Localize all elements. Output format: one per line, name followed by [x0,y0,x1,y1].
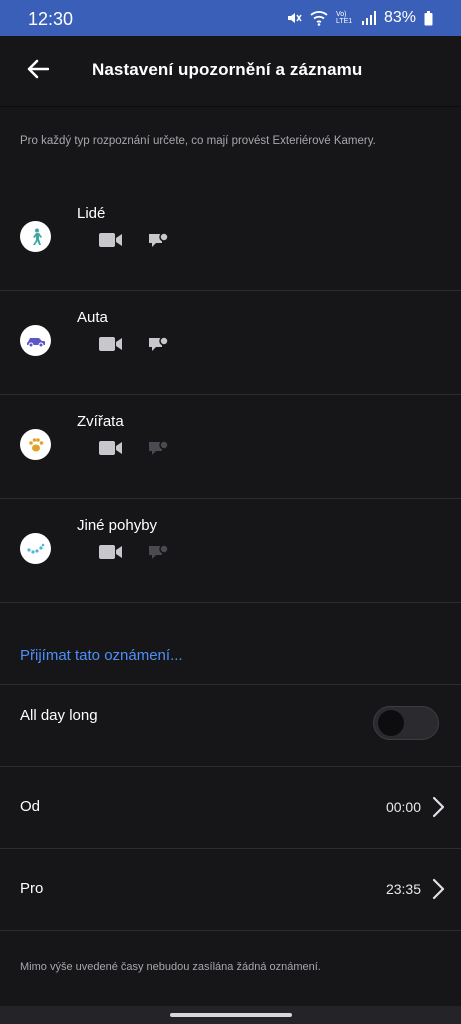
status-bar: 12:30 Vo) LTE1 83% [0,0,461,36]
notification-toggle[interactable] [148,544,170,569]
status-time: 12:30 [28,9,74,29]
mute-icon [286,10,302,26]
footer-note: Mimo výše uvedené časy nebudou zasílána … [20,961,321,973]
all-day-label: All day long [20,707,98,724]
record-video-toggle[interactable] [99,544,123,565]
motion-dots-icon [20,533,51,564]
chevron-right-icon [431,796,445,818]
category-row-other-motion: Jiné pohyby [0,499,461,603]
chevron-right-icon [431,878,445,900]
arrow-left-icon [27,59,50,84]
notification-bubble-icon [148,544,170,568]
category-label: Lidé [77,205,106,222]
app-bar: Nastavení upozornění a záznamu [0,36,461,107]
car-icon [20,325,51,356]
system-nav-bar [0,1006,461,1024]
back-button[interactable] [18,51,58,91]
battery-icon [424,10,433,26]
person-walking-icon [20,221,51,252]
notification-toggle[interactable] [148,232,170,257]
notification-toggle[interactable] [148,440,170,465]
intro-text: Pro každý typ rozpoznání určete, co mají… [20,135,376,147]
signal-icon [361,11,376,25]
battery-percent: 83% [383,9,416,26]
from-time-row[interactable]: Od 00:00 [0,767,461,848]
video-camera-icon [99,337,123,356]
record-video-toggle[interactable] [99,440,123,461]
notification-bubble-icon [148,232,170,256]
video-camera-icon [99,545,123,564]
page-title: Nastavení upozornění a záznamu [92,60,363,79]
video-camera-icon [99,233,123,252]
home-handle[interactable] [170,1013,292,1017]
notification-toggle[interactable] [148,336,170,361]
record-video-toggle[interactable] [99,336,123,357]
to-time-row[interactable]: Pro 23:35 [0,849,461,930]
record-video-toggle[interactable] [99,232,123,253]
video-camera-icon [99,441,123,460]
all-day-switch[interactable] [373,706,439,740]
divider [0,930,461,931]
category-label: Jiné pohyby [77,517,158,534]
category-row-people: Lidé [0,187,461,291]
to-value: 23:35 [385,881,421,897]
category-row-cars: Auta [0,291,461,395]
from-label: Od [20,798,41,815]
switch-knob [378,710,404,736]
to-label: Pro [20,880,44,897]
wifi-icon [310,10,328,26]
from-value: 00:00 [385,799,421,815]
receive-notifications-link[interactable]: Přijímat tato oznámení... [20,647,183,664]
paw-icon [20,429,51,460]
lte-label: Vo) LTE1 [335,11,353,25]
category-label: Auta [77,309,108,326]
notification-bubble-icon [148,336,170,360]
notification-bubble-icon [148,440,170,464]
category-row-animals: Zvířata [0,395,461,499]
category-label: Zvířata [77,413,124,430]
